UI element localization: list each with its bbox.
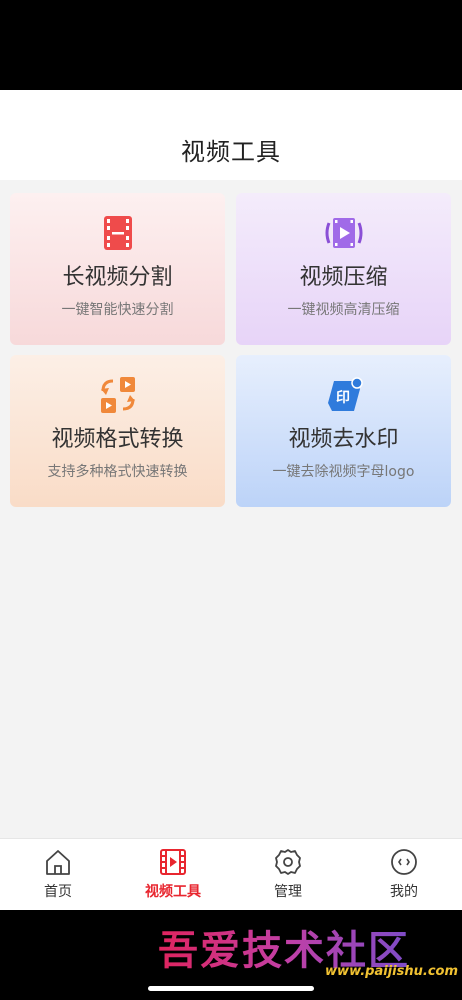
tab-label: 我的 <box>390 884 418 900</box>
watermark-remove-icon: 印 <box>327 377 363 411</box>
site-watermark: 吾爱技术社区 www.paijishu.com <box>158 918 458 979</box>
card-title: 长视频分割 <box>62 265 173 290</box>
card-title: 视频去水印 <box>288 427 399 452</box>
card-desc: 一键去除视频字母logo <box>272 464 415 480</box>
top-header: 视频工具 <box>0 90 462 180</box>
card-desc: 一键视频高清压缩 <box>287 302 400 318</box>
tab-manage[interactable]: 管理 <box>248 847 328 907</box>
gear-icon <box>275 849 301 875</box>
home-indicator[interactable] <box>148 986 314 991</box>
tab-label: 管理 <box>274 884 302 900</box>
app-screen: 视频工具 长视频分割 一键智能快速分割 视频压缩 一键视频高清压缩 视频格式转换… <box>0 90 462 910</box>
card-desc: 支持多种格式快速转换 <box>47 464 188 480</box>
tab-mine[interactable]: 我的 <box>364 847 444 907</box>
watermark-url: www.paijishu.com <box>325 964 458 979</box>
card-long-video-split[interactable]: 长视频分割 一键智能快速分割 <box>10 193 225 345</box>
film-split-icon <box>103 216 132 250</box>
video-compress-icon <box>325 218 362 248</box>
tab-label: 首页 <box>44 884 72 900</box>
bottom-tab-bar: 首页 视频工具 管理 我的 <box>0 838 462 910</box>
card-format-convert[interactable]: 视频格式转换 支持多种格式快速转换 <box>10 355 225 507</box>
tab-video-tools[interactable]: 视频工具 <box>133 847 213 907</box>
card-video-compress[interactable]: 视频压缩 一键视频高清压缩 <box>236 193 451 345</box>
card-remove-watermark[interactable]: 印 视频去水印 一键去除视频字母logo <box>236 355 451 507</box>
svg-text:印: 印 <box>336 389 350 406</box>
tab-home[interactable]: 首页 <box>18 847 98 907</box>
card-desc: 一键智能快速分割 <box>61 302 174 318</box>
film-icon <box>160 849 186 875</box>
home-icon <box>46 850 70 875</box>
tab-label: 视频工具 <box>145 884 201 900</box>
page-title: 视频工具 <box>181 138 281 166</box>
card-title: 视频格式转换 <box>51 427 184 452</box>
format-convert-icon <box>100 377 135 413</box>
card-title: 视频压缩 <box>299 265 388 290</box>
profile-icon <box>391 849 417 875</box>
